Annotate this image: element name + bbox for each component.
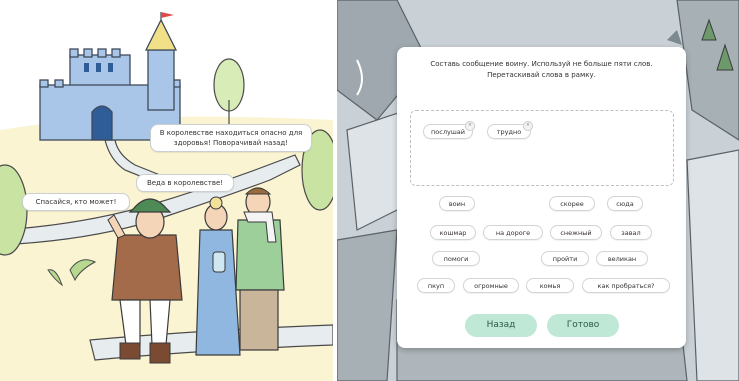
selected-word-chip[interactable]: послушай × [423,121,475,139]
word-chip-snowy[interactable]: снежный [550,225,602,240]
dialog-instruction: Составь сообщение воину. Используй не бо… [430,60,653,79]
done-button[interactable]: Готово [547,314,619,337]
remove-word-icon[interactable]: × [523,121,533,131]
word-chip-warrior[interactable]: воин [439,196,475,211]
speech-bubble-farewell: Спасайся, кто может! [22,193,130,211]
selected-word-label: послушай [431,128,465,136]
word-chip-on-road[interactable]: на дороге [483,225,543,240]
message-drop-zone[interactable]: послушай × трудно × [410,110,674,186]
speech-bubble-castle-warning: В королевстве находиться опасно для здор… [150,124,312,152]
word-chip-here[interactable]: сюда [607,196,643,211]
word-chip-how-to-get-through[interactable]: как пробраться? [582,278,670,293]
back-button[interactable]: Назад [465,314,537,337]
word-chip-huge[interactable]: огромные [463,278,519,293]
remove-word-icon[interactable]: × [465,121,475,131]
message-composer-dialog: Составь сообщение воину. Используй не бо… [397,47,686,348]
word-chip-giant[interactable]: великан [596,251,648,266]
word-chip-help[interactable]: помоги [432,251,480,266]
word-chip-pass[interactable]: пройти [541,251,589,266]
word-chip-lumps[interactable]: комья [526,278,574,293]
selected-word-chip[interactable]: трудно × [487,121,533,139]
word-chip-nightmare[interactable]: кошмар [430,225,476,240]
word-chip-faster[interactable]: скорее [549,196,595,211]
story-illustration: В королевстве находиться опасно для здор… [0,0,333,381]
speech-bubble-road: Веда в королевстве! [136,174,234,192]
word-chip-blockage[interactable]: завал [610,225,652,240]
word-chip-pkup[interactable]: пкуп [417,278,455,293]
selected-word-label: трудно [496,128,522,136]
